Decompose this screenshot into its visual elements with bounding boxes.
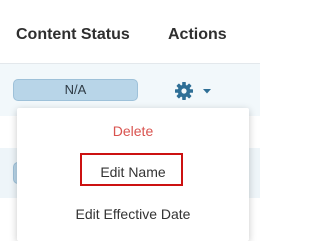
actions-menu-button[interactable] <box>174 81 218 101</box>
column-header-actions: Actions <box>168 26 227 43</box>
menu-item-delete[interactable]: Delete <box>17 123 249 139</box>
status-badge: N/A <box>13 79 138 101</box>
table-header: Content Status Actions <box>0 0 260 64</box>
gear-icon <box>175 82 211 100</box>
menu-item-edit-effective-date[interactable]: Edit Effective Date <box>17 206 249 222</box>
menu-item-edit-name[interactable]: Edit Name <box>17 164 249 180</box>
caret-down-icon <box>203 89 211 94</box>
actions-dropdown-menu: Delete Edit Name Edit Effective Date <box>17 108 249 241</box>
column-header-content-status: Content Status <box>16 26 130 43</box>
